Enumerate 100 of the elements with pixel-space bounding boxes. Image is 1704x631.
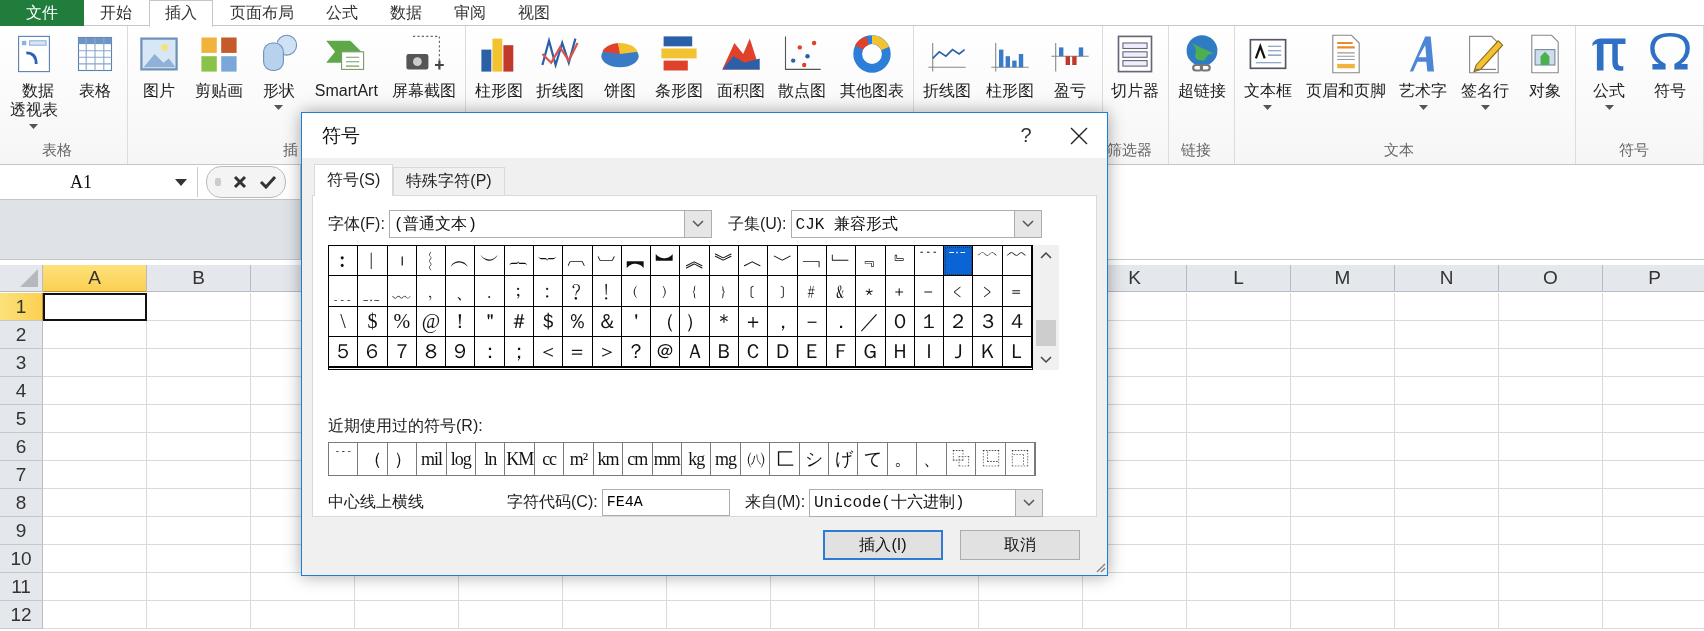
column-header[interactable]: O (1499, 265, 1603, 292)
row-header[interactable]: 8 (0, 489, 43, 517)
symbol-cell[interactable]: ︹ (563, 246, 593, 277)
subset-dropdown[interactable]: CJK 兼容形式 (790, 210, 1042, 238)
symbol-cell[interactable]: ﹊ (944, 246, 974, 277)
symbol-cell[interactable]: ﹗ (592, 276, 622, 307)
ribbon-button[interactable]: 柱形图 (468, 30, 530, 138)
symbol-cell[interactable]: ︿ (739, 246, 769, 277)
sheet-cell[interactable] (1499, 349, 1603, 377)
row-header[interactable]: 12 (0, 601, 43, 629)
symbol-cell[interactable]: ， (768, 306, 798, 338)
column-header[interactable]: L (1187, 265, 1291, 292)
sheet-cell[interactable] (43, 405, 147, 433)
sheet-cell[interactable] (1499, 545, 1603, 573)
sheet-cell[interactable] (459, 601, 563, 629)
sheet-cell[interactable] (43, 433, 147, 461)
menu-tab[interactable]: 页面布局 (215, 0, 309, 26)
symbol-cell[interactable]: Ｅ (797, 337, 827, 368)
sheet-cell[interactable] (667, 601, 771, 629)
symbol-cell[interactable]: ﹟ (797, 276, 827, 307)
sheet-cell[interactable] (1187, 489, 1291, 517)
sheet-cell[interactable] (1187, 321, 1291, 349)
symbol-cell[interactable]: ５ (329, 337, 359, 368)
symbol-cell[interactable]: Ｋ (973, 337, 1003, 368)
sheet-cell[interactable] (1291, 573, 1395, 601)
symbol-cell[interactable]: ﹡ (856, 276, 886, 307)
symbol-cell[interactable]: Ｇ (856, 337, 886, 368)
sheet-cell[interactable] (1291, 349, 1395, 377)
symbol-cell[interactable]: ︻ (621, 246, 652, 277)
menu-tab[interactable]: 开始 (85, 0, 147, 26)
symbol-cell[interactable]: ； (504, 337, 535, 368)
symbol-cell[interactable]: ﹠ (826, 276, 857, 307)
symbol-cell[interactable]: ︸ (534, 246, 564, 277)
dialog-tab[interactable]: 特殊字符(P) (393, 167, 505, 195)
recent-symbol-cell[interactable]: mm (652, 443, 682, 475)
selected-cell[interactable] (43, 293, 147, 321)
default-button[interactable]: 插入(I) (823, 530, 943, 560)
sheet-cell[interactable] (43, 489, 147, 517)
ribbon-button[interactable]: 表格 (65, 30, 125, 138)
symbol-cell[interactable]: ３ (973, 306, 1003, 338)
menu-tab[interactable]: 插入 (149, 0, 213, 27)
symbol-cell[interactable]: ﹝ (739, 276, 769, 307)
symbol-cell[interactable]: ＠ (651, 337, 681, 368)
column-header[interactable]: M (1291, 265, 1395, 292)
symbol-cell[interactable]: ﹜ (709, 276, 740, 307)
sheet-cell[interactable] (1395, 517, 1499, 545)
symbol-cell[interactable]: ﹎ (358, 276, 388, 307)
sheet-cell[interactable] (355, 601, 459, 629)
symbol-cell[interactable]: ＝ (563, 337, 593, 368)
sheet-cell[interactable] (1291, 433, 1395, 461)
symbol-cell[interactable]: ︵ (446, 246, 476, 277)
symbol-cell[interactable]: ﹚ (651, 276, 681, 307)
sheet-cell[interactable] (1395, 293, 1499, 321)
menu-tab[interactable]: 审阅 (439, 0, 501, 26)
row-header[interactable]: 3 (0, 349, 43, 377)
sheet-cell[interactable] (147, 405, 251, 433)
sheet-cell[interactable] (1499, 601, 1603, 629)
enter-icon[interactable] (259, 175, 277, 189)
symbol-cell[interactable]: ︱ (358, 246, 388, 277)
ribbon-button[interactable]: 条形图 (648, 30, 711, 138)
symbol-cell[interactable]: ﹑ (446, 276, 476, 307)
sheet-cell[interactable] (1395, 601, 1499, 629)
symbol-cell[interactable]: ８ (416, 337, 447, 368)
font-dropdown[interactable]: (普通文本) (388, 210, 712, 238)
symbol-cell[interactable]: ﹐ (416, 276, 447, 307)
sheet-cell[interactable] (1291, 601, 1395, 629)
ribbon-button[interactable]: 图片 (129, 30, 188, 138)
row-header[interactable]: 4 (0, 377, 43, 405)
sheet-cell[interactable] (1187, 461, 1291, 489)
sheet-cell[interactable] (1395, 573, 1499, 601)
sheet-cell[interactable] (43, 321, 147, 349)
sheet-cell[interactable] (147, 293, 251, 321)
row-header[interactable]: 7 (0, 461, 43, 489)
sheet-cell[interactable] (1499, 461, 1603, 489)
sheet-cell[interactable] (43, 601, 147, 629)
sheet-cell[interactable] (43, 377, 147, 405)
sheet-cell[interactable] (1291, 461, 1395, 489)
file-tab[interactable]: 文件 (0, 0, 84, 26)
symbol-cell[interactable]: ﹒ (475, 276, 505, 307)
sheet-cell[interactable] (1187, 517, 1291, 545)
symbol-cell[interactable]: Ｈ (885, 337, 915, 368)
symbol-cell[interactable]: ！ (446, 306, 476, 338)
symbol-cell[interactable]: ︾ (709, 246, 740, 277)
sheet-cell[interactable] (147, 321, 251, 349)
encoding-dropdown[interactable]: Unicode(十六进制) (809, 488, 1044, 517)
ribbon-button[interactable]: 符号 (1639, 30, 1701, 138)
sheet-cell[interactable] (1395, 545, 1499, 573)
sheet-cell[interactable] (1187, 545, 1291, 573)
sheet-cell[interactable] (1291, 489, 1395, 517)
symbol-cell[interactable]: ﹏ (387, 276, 417, 307)
ribbon-button[interactable]: 艺术字 (1392, 30, 1455, 138)
symbol-cell[interactable]: Ｃ (739, 337, 769, 368)
ribbon-button[interactable]: 散点图 (771, 30, 834, 138)
symbol-cell[interactable]: ﹌ (1002, 246, 1032, 277)
ribbon-button[interactable]: 剪贴画 (187, 30, 250, 138)
sheet-cell[interactable] (875, 601, 979, 629)
sheet-cell[interactable] (1499, 321, 1603, 349)
resize-grip-icon[interactable] (1094, 561, 1106, 573)
symbol-cell[interactable]: ＋ (739, 306, 769, 338)
sheet-cell[interactable] (1499, 377, 1603, 405)
